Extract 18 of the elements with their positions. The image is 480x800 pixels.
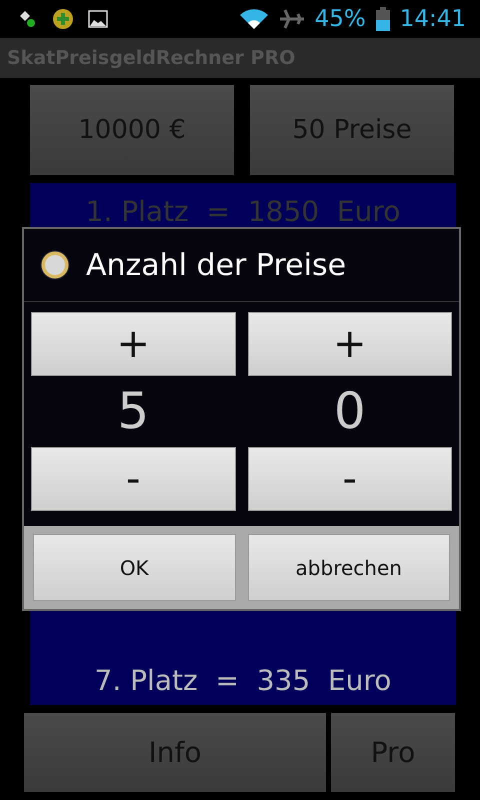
plus-circle-icon (52, 8, 74, 30)
coin-icon (40, 250, 70, 280)
decrement-button[interactable]: - (248, 447, 452, 511)
wifi-icon (238, 8, 269, 30)
dialog-title: Anzahl der Preise (86, 248, 346, 282)
prize-row: 7. Platz = 335 Euro (94, 664, 392, 697)
decrement-button[interactable]: - (31, 447, 236, 511)
dialog-button[interactable]: abbrechen (248, 534, 450, 601)
image-icon (88, 10, 108, 28)
battery-icon (376, 7, 390, 31)
battery-percentage: 45% (314, 6, 366, 32)
airplane-icon (278, 8, 305, 30)
increment-button[interactable]: + (31, 312, 236, 376)
clock: 14:41 (400, 6, 466, 32)
dialog-button[interactable]: OK (33, 534, 236, 601)
increment-button[interactable]: + (248, 312, 452, 376)
digit-value: 0 (332, 381, 367, 442)
digit-value: 5 (116, 381, 150, 442)
